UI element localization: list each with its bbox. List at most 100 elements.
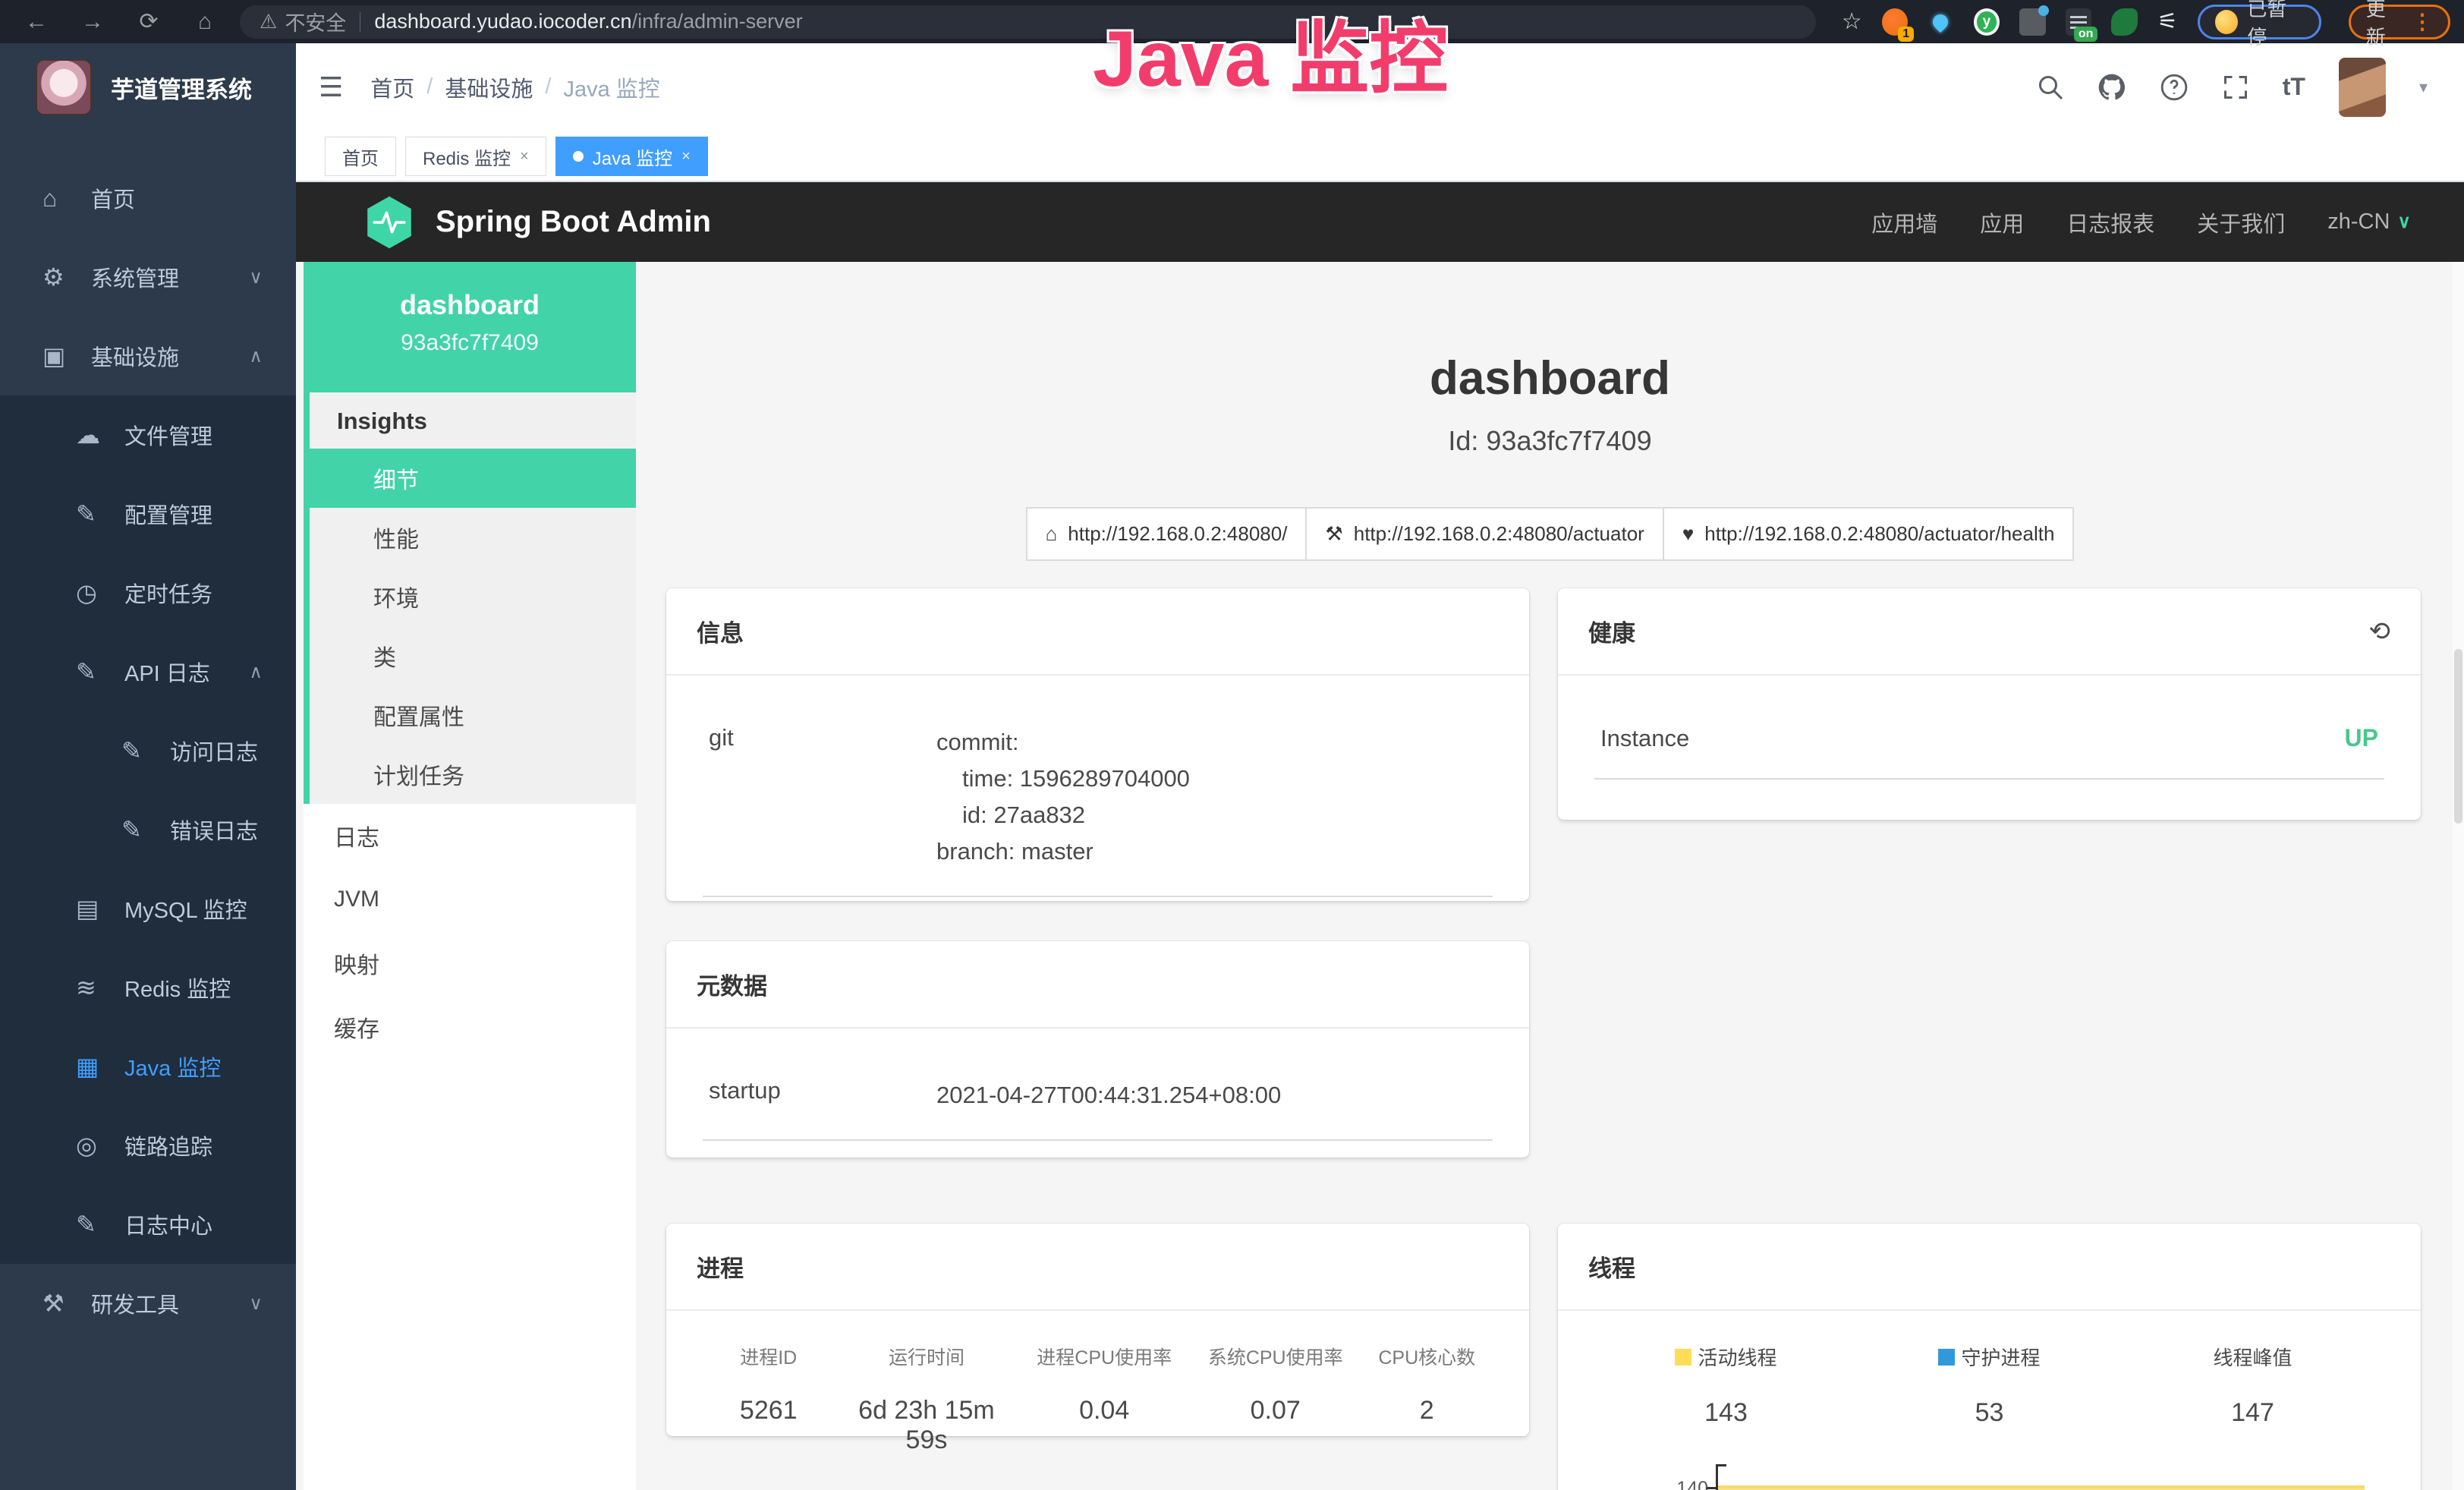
instance-header[interactable]: dashboard 93a3fc7f7409 xyxy=(304,262,636,392)
sidebar-item-home[interactable]: ⌂ 首页 xyxy=(0,159,296,238)
extension-leaf-icon[interactable] xyxy=(2111,8,2138,36)
scrollbar-thumb[interactable] xyxy=(2454,649,2462,824)
instance-name: dashboard xyxy=(304,289,636,321)
sidebar-item-system[interactable]: ⚙ 系统管理 ∨ xyxy=(0,238,296,317)
sidebar-item-java-monitor[interactable]: ▦ Java 监控 xyxy=(0,1027,296,1106)
extension-green-icon[interactable]: y xyxy=(1974,8,2000,36)
tab-java-monitor[interactable]: Java 监控 × xyxy=(555,137,708,176)
sidebar-item-devtools[interactable]: ⚒ 研发工具 ∨ xyxy=(0,1264,296,1343)
history-icon[interactable]: ⟲ xyxy=(2369,616,2391,647)
info-row-label: git xyxy=(709,724,936,870)
security-label[interactable]: 不安全 xyxy=(285,7,346,36)
breadcrumb-infra[interactable]: 基础设施 xyxy=(445,71,533,103)
sba-nav-classes[interactable]: 类 xyxy=(310,626,636,685)
sidebar-item-access-log[interactable]: ✎ 访问日志 xyxy=(0,711,296,790)
info-row-value: commit: time: 1596289704000 id: 27aa832 … xyxy=(936,724,1487,870)
sidebar-item-label: 访问日志 xyxy=(170,735,258,767)
process-pid: 5261 xyxy=(703,1396,835,1425)
sba-nav-scheduled-tasks[interactable]: 计划任务 xyxy=(310,745,636,804)
sidebar-item-log-center[interactable]: ✎ 日志中心 xyxy=(0,1185,296,1264)
sba-nav-mappings[interactable]: 映射 xyxy=(304,931,636,995)
locale-select[interactable]: zh-CN ∨ xyxy=(2327,209,2411,235)
sba-nav-configprops[interactable]: 配置属性 xyxy=(310,685,636,745)
sba-nav-environment[interactable]: 环境 xyxy=(310,567,636,626)
health-card-title: 健康 xyxy=(1588,614,1635,648)
extension-grid-icon[interactable] xyxy=(2019,8,2046,36)
sba-menu-about[interactable]: 关于我们 xyxy=(2197,206,2285,238)
threads-card: 线程 活动线程 143 守护进程 53 线程峰值 147 xyxy=(1558,1224,2421,1490)
y-tick-140: 140 xyxy=(1655,1478,1708,1490)
close-icon[interactable]: × xyxy=(520,148,529,165)
sidebar-item-mysql-monitor[interactable]: ▤ MySQL 监控 xyxy=(0,869,296,948)
user-avatar[interactable] xyxy=(2339,58,2386,117)
extensions-row: ☆ 1 y on ⚟ 已暂停 更新 ⋮ xyxy=(1842,5,2464,39)
sidebar-item-api-log[interactable]: ✎ API 日志 ∧ xyxy=(0,632,296,711)
tab-redis-monitor[interactable]: Redis 监控 × xyxy=(405,137,546,176)
sba-nav-logfile[interactable]: 日志 xyxy=(304,804,636,868)
sba-menu-journal[interactable]: 日志报表 xyxy=(2066,206,2154,238)
info-card-title: 信息 xyxy=(697,614,744,648)
sba-nav-details[interactable]: 细节 xyxy=(304,449,636,508)
home-icon[interactable]: ⌂ xyxy=(190,9,220,35)
sidebar-item-trace[interactable]: ◎ 链路追踪 xyxy=(0,1106,296,1185)
sidebar-item-redis-monitor[interactable]: ≋ Redis 监控 xyxy=(0,948,296,1027)
sba-nav-jvm[interactable]: JVM xyxy=(304,868,636,931)
log-icon: ✎ xyxy=(76,657,124,686)
health-url-button[interactable]: ♥ http://192.168.0.2:48080/actuator/heal… xyxy=(1664,507,2075,561)
chevron-up-icon: ∧ xyxy=(249,345,263,367)
sba-brand[interactable]: Spring Boot Admin xyxy=(436,205,711,239)
breadcrumb-separator: / xyxy=(545,74,551,99)
help-icon[interactable] xyxy=(2160,73,2189,102)
sidebar-item-scheduled-jobs[interactable]: ◷ 定时任务 xyxy=(0,553,296,632)
sidebar-item-config-manage[interactable]: ✎ 配置管理 xyxy=(0,474,296,553)
address-bar[interactable]: ⚠ 不安全 dashboard.yudao.iocoder.cn /infra/… xyxy=(240,5,1816,39)
extension-list-icon[interactable]: on xyxy=(2066,8,2092,36)
database-icon: ▤ xyxy=(76,894,124,923)
bookmark-star-icon[interactable]: ☆ xyxy=(1842,8,1862,35)
warning-icon: ⚠ xyxy=(260,10,277,33)
url-path: /infra/admin-server xyxy=(632,10,803,33)
tab-home[interactable]: 首页 xyxy=(325,137,396,176)
process-table: 进程ID5261 运行时间6d 23h 15m 59s 进程CPU使用率0.04… xyxy=(703,1343,1493,1455)
insights-title: Insights xyxy=(310,392,636,449)
search-icon[interactable] xyxy=(2037,74,2064,101)
update-button[interactable]: 更新 ⋮ xyxy=(2349,5,2450,39)
app-logo-row[interactable]: 芋道管理系统 xyxy=(0,43,296,131)
forward-icon[interactable]: → xyxy=(77,9,108,35)
active-dot xyxy=(573,151,584,162)
close-icon[interactable]: × xyxy=(681,148,691,165)
service-url-button[interactable]: ⌂ http://192.168.0.2:48080/ xyxy=(1026,507,1308,561)
metadata-row-value: 2021-04-27T00:44:31.254+08:00 xyxy=(936,1077,1487,1114)
cpu-cores: 2 xyxy=(1361,1396,1493,1425)
locale-label: zh-CN xyxy=(2327,209,2390,235)
sba-menu-wallboard[interactable]: 应用墙 xyxy=(1871,206,1937,238)
sba-nav-caches[interactable]: 缓存 xyxy=(304,995,636,1059)
sidebar-item-label: 系统管理 xyxy=(91,261,179,293)
back-icon[interactable]: ← xyxy=(21,9,52,35)
extension-colorzilla-icon[interactable]: 1 xyxy=(1882,8,1909,36)
text-size-icon[interactable]: tT xyxy=(2283,73,2305,101)
breadcrumb-separator: / xyxy=(426,74,433,99)
update-label: 更新 xyxy=(2366,0,2403,50)
caret-down-icon[interactable]: ▾ xyxy=(2419,77,2428,97)
sidebar-item-file-manage[interactable]: ☁ 文件管理 xyxy=(0,395,296,474)
eye-icon: ◎ xyxy=(76,1131,124,1160)
sba-nav-metrics[interactable]: 性能 xyxy=(310,508,636,567)
paused-badge[interactable]: 已暂停 xyxy=(2198,5,2321,39)
overflow-menu-icon[interactable]: ⋮ xyxy=(2412,9,2433,34)
fullscreen-icon[interactable] xyxy=(2222,74,2249,101)
extension-pin-icon[interactable] xyxy=(1927,8,1954,36)
sidebar-fold-icon[interactable]: ☰ xyxy=(319,71,343,103)
breadcrumb-home[interactable]: 首页 xyxy=(370,71,414,103)
extensions-puzzle-icon[interactable]: ⚟ xyxy=(2157,8,2178,35)
sidebar-item-label: 研发工具 xyxy=(91,1287,179,1319)
live-threads-area xyxy=(1718,1485,2365,1490)
reload-icon[interactable]: ⟳ xyxy=(134,8,164,35)
page-scrollbar[interactable] xyxy=(2453,262,2464,1490)
sba-menu-applications[interactable]: 应用 xyxy=(1980,206,2024,238)
github-icon[interactable] xyxy=(2097,73,2126,102)
sidebar-item-error-log[interactable]: ✎ 错误日志 xyxy=(0,790,296,869)
sidebar-item-infra[interactable]: ▣ 基础设施 ∧ xyxy=(0,317,296,395)
actuator-url-button[interactable]: ⚒ http://192.168.0.2:48080/actuator xyxy=(1307,507,1663,561)
legend-label: 活动线程 xyxy=(1698,1343,1776,1371)
